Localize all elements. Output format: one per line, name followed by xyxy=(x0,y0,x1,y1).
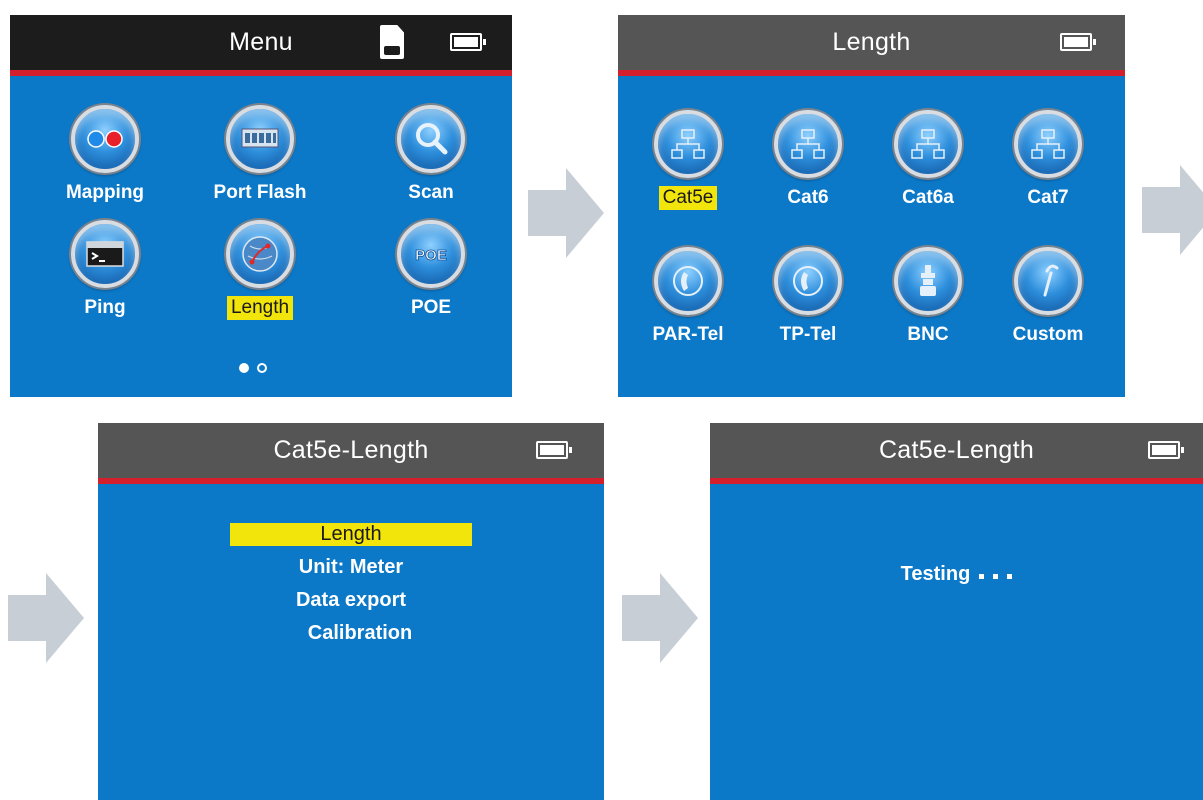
options-screen: Cat5e-Length Length Unit: Meter Data exp… xyxy=(98,423,604,800)
arrow-right-icon xyxy=(622,573,698,663)
app-ping[interactable]: Ping xyxy=(50,220,160,320)
page-dot[interactable] xyxy=(257,363,267,373)
poe-icon: POE xyxy=(397,220,465,288)
testing-status: Testing xyxy=(710,563,1203,586)
app-port-flash[interactable]: Port Flash xyxy=(190,105,330,205)
app-cat5e[interactable]: Cat5e xyxy=(638,110,738,210)
testing-status-text: Testing xyxy=(900,563,971,585)
battery-icon xyxy=(450,33,486,51)
arrow-right-icon xyxy=(8,573,84,663)
menu-item-unit[interactable]: Unit: Meter xyxy=(98,556,604,579)
app-label: PAR-Tel xyxy=(652,324,724,345)
menu-item-data-export[interactable]: Data export xyxy=(98,589,604,612)
battery-icon xyxy=(1060,33,1096,51)
network-topology-icon xyxy=(894,110,962,178)
app-mapping[interactable]: Mapping xyxy=(50,105,160,205)
app-cat6[interactable]: Cat6 xyxy=(758,110,858,210)
app-label: Cat6 xyxy=(787,187,829,208)
app-poe[interactable]: POE POE xyxy=(376,220,486,320)
app-cat6a[interactable]: Cat6a xyxy=(878,110,978,210)
testing-title-bar: Cat5e-Length xyxy=(710,423,1203,484)
menu-screen: Menu Mapping Port Flash Scan Ping Length xyxy=(10,15,512,397)
app-label: TP-Tel xyxy=(779,324,837,345)
progress-dot-icon xyxy=(979,574,985,579)
app-scan[interactable]: Scan xyxy=(376,105,486,205)
app-bnc[interactable]: BNC xyxy=(878,247,978,347)
magnifier-icon xyxy=(397,105,465,173)
page-indicator xyxy=(235,360,271,378)
app-label: BNC xyxy=(907,324,949,345)
progress-dot-icon xyxy=(1007,574,1013,579)
menu-title-bar: Menu xyxy=(10,15,512,76)
arrow-right-icon xyxy=(528,168,604,258)
app-label: Length xyxy=(226,296,294,320)
network-topology-icon xyxy=(654,110,722,178)
app-label: POE xyxy=(410,297,452,318)
app-label: Custom xyxy=(1012,324,1084,345)
length-title: Length xyxy=(832,28,911,56)
menu-title: Menu xyxy=(229,28,293,56)
menu-item-calibration[interactable]: Calibration xyxy=(116,622,604,645)
menu-item-label: Unit: Meter xyxy=(298,556,404,578)
progress-dot-icon xyxy=(993,574,999,579)
bnc-connector-icon xyxy=(894,247,962,315)
svg-text:POE: POE xyxy=(415,247,447,264)
app-label: Cat7 xyxy=(1027,187,1069,208)
length-title-bar: Length xyxy=(618,15,1125,76)
network-topology-icon xyxy=(774,110,842,178)
phone-icon xyxy=(654,247,722,315)
app-cat7[interactable]: Cat7 xyxy=(998,110,1098,210)
globe-icon xyxy=(226,220,294,288)
options-title: Cat5e-Length xyxy=(273,436,429,464)
app-length[interactable]: Length xyxy=(205,220,315,320)
app-custom[interactable]: Custom xyxy=(998,247,1098,347)
app-label: Cat6a xyxy=(902,187,954,208)
battery-icon xyxy=(1148,441,1184,459)
menu-item-label: Calibration xyxy=(307,622,413,644)
app-label: Mapping xyxy=(65,182,145,203)
port-flash-icon xyxy=(226,105,294,173)
mapping-icon xyxy=(71,105,139,173)
app-label: Cat5e xyxy=(658,186,718,210)
testing-title: Cat5e-Length xyxy=(878,436,1035,464)
terminal-icon xyxy=(71,220,139,288)
app-tp-tel[interactable]: TP-Tel xyxy=(758,247,858,347)
app-label: Scan xyxy=(408,182,454,203)
app-par-tel[interactable]: PAR-Tel xyxy=(638,247,738,347)
length-screen: Length Cat5e Cat6 Cat6a Cat7 PAR-Tel TP-… xyxy=(618,15,1125,397)
wrench-icon xyxy=(1014,247,1082,315)
testing-screen: Cat5e-Length Testing xyxy=(710,423,1203,800)
page-dot-active[interactable] xyxy=(239,363,249,373)
phone-icon xyxy=(774,247,842,315)
sd-card-icon xyxy=(380,25,404,59)
menu-item-label: Data export xyxy=(295,589,407,611)
menu-item-length[interactable]: Length xyxy=(98,523,604,546)
options-title-bar: Cat5e-Length xyxy=(98,423,604,484)
menu-item-label: Length xyxy=(230,523,472,546)
app-label: Ping xyxy=(84,297,126,318)
battery-icon xyxy=(536,441,572,459)
app-label: Port Flash xyxy=(213,182,307,203)
network-topology-icon xyxy=(1014,110,1082,178)
arrow-right-icon xyxy=(1142,165,1203,255)
